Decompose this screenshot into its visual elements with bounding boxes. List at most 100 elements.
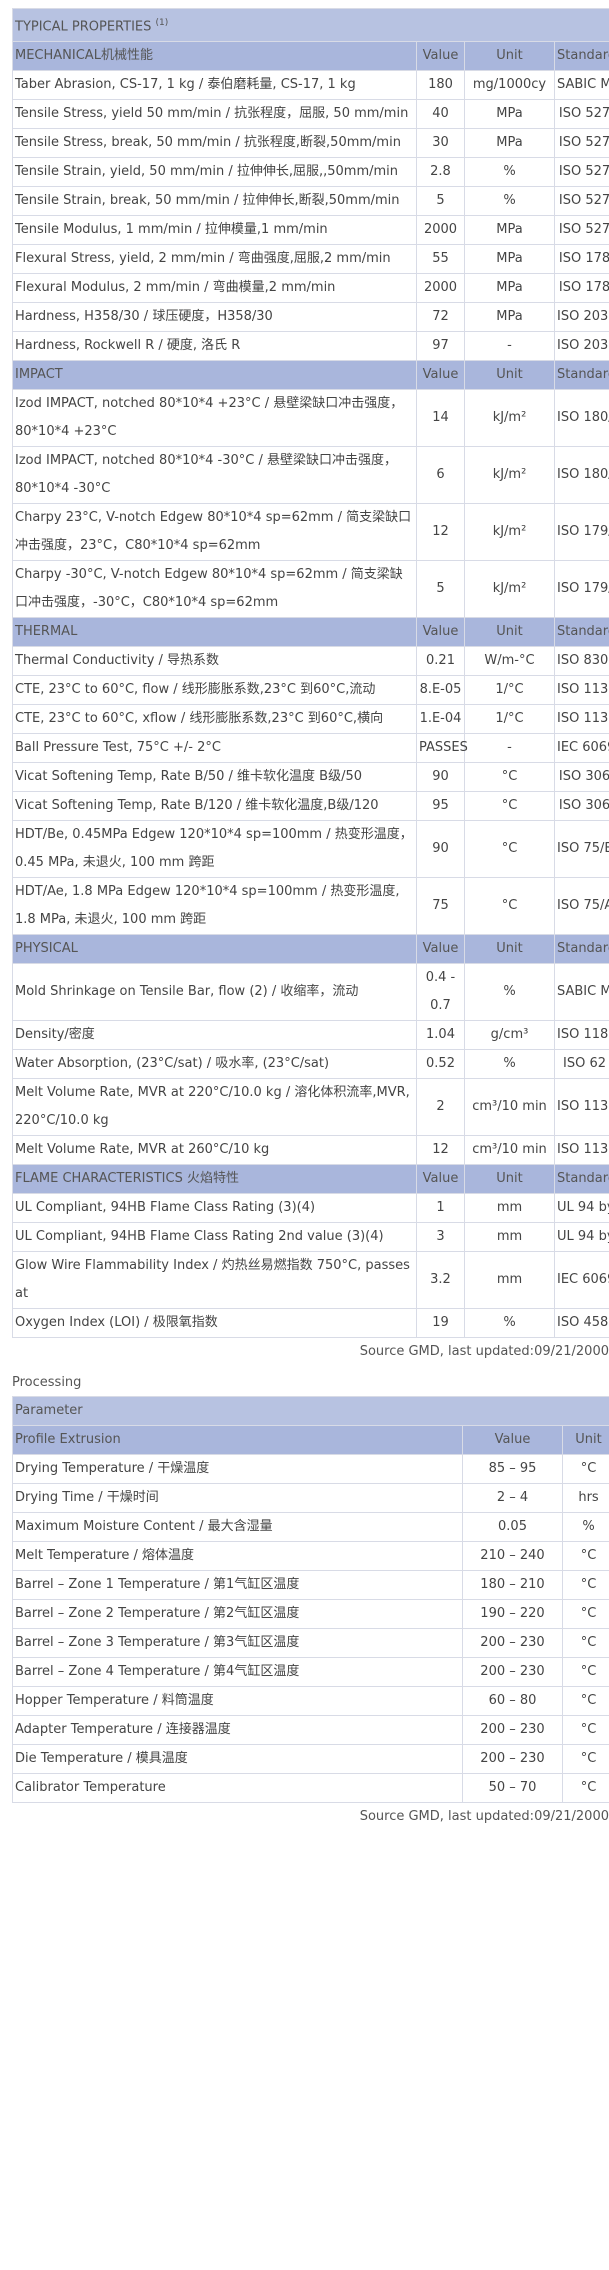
property-value: PASSES bbox=[416, 733, 468, 764]
section-name: THERMAL bbox=[12, 617, 417, 648]
section-name: IMPACT bbox=[12, 360, 417, 391]
property-unit: % bbox=[464, 963, 555, 1022]
table-row: Water Absorption, (23°C/sat) / 吸水率, (23°… bbox=[12, 1049, 609, 1080]
property-standard: ISO 1183 bbox=[553, 1020, 609, 1051]
property-name: Charpy -30°C, V-notch Edgew 80*10*4 sp=6… bbox=[12, 560, 417, 619]
property-standard: ISO 527 bbox=[553, 186, 609, 217]
property-standard: UL 94 by GE bbox=[553, 1222, 609, 1253]
standard-header: Standard bbox=[553, 1164, 609, 1195]
property-name: CTE, 23°C to 60°C, flow / 线形膨胀系数,23°C 到6… bbox=[12, 675, 417, 706]
property-value: 30 bbox=[416, 128, 465, 159]
table-row: CTE, 23°C to 60°C, flow / 线形膨胀系数,23°C 到6… bbox=[12, 675, 609, 706]
property-value: 2000 bbox=[416, 215, 465, 246]
property-name: Tensile Strain, break, 50 mm/min / 拉伸伸长,… bbox=[12, 186, 417, 217]
property-standard: ISO 8302 bbox=[553, 646, 609, 677]
property-standard: ISO 306 bbox=[553, 791, 609, 822]
parameter-unit: °C bbox=[561, 1744, 609, 1775]
section-name: FLAME CHARACTERISTICS 火焰特性 bbox=[12, 1164, 417, 1195]
property-value: 1.E-04 bbox=[416, 704, 465, 735]
table-row: Tensile Strain, break, 50 mm/min / 拉伸伸长,… bbox=[12, 186, 609, 217]
table-row: Flexural Stress, yield, 2 mm/min / 弯曲强度,… bbox=[12, 244, 609, 275]
property-name: HDT/Be, 0.45MPa Edgew 120*10*4 sp=100mm … bbox=[12, 820, 417, 879]
property-unit: MPa bbox=[464, 244, 555, 275]
property-value: 6 bbox=[416, 446, 465, 505]
parameter-name: Drying Temperature / 干燥温度 bbox=[12, 1454, 463, 1485]
property-unit: MPa bbox=[464, 99, 555, 130]
property-unit: °C bbox=[464, 762, 555, 793]
property-value: 90 bbox=[416, 762, 465, 793]
property-unit: kJ/m² bbox=[464, 560, 555, 619]
value-header: Value bbox=[416, 360, 465, 391]
property-name: Izod IMPACT, notched 80*10*4 +23°C / 悬壁梁… bbox=[12, 389, 417, 448]
property-unit: °C bbox=[464, 791, 555, 822]
value-header: Value bbox=[416, 1164, 465, 1195]
property-value: 0.52 bbox=[416, 1049, 465, 1080]
standard-header: Standard bbox=[553, 617, 609, 648]
property-standard: ISO 527 bbox=[553, 128, 609, 159]
table-row: Izod IMPACT, notched 80*10*4 -30°C / 悬壁梁… bbox=[12, 446, 609, 505]
table-row: Density/密度1.04g/cm³ISO 1183 bbox=[12, 1020, 609, 1051]
property-value: 72 bbox=[416, 302, 465, 333]
property-unit: 1/°C bbox=[464, 675, 555, 706]
table-row: Melt Volume Rate, MVR at 260°C/10 kg 12 cm… bbox=[12, 1135, 609, 1166]
property-value: 19 bbox=[416, 1308, 465, 1339]
property-standard: ISO 527 bbox=[553, 157, 609, 188]
property-standard: ISO 178 bbox=[553, 244, 609, 275]
property-value: 97 bbox=[416, 331, 465, 362]
property-standard: ISO 1133 bbox=[553, 1135, 609, 1166]
parameter-name: Calibrator Temperature bbox=[12, 1773, 463, 1804]
property-value: 2000 bbox=[416, 273, 465, 304]
processing-table: Parameter Profile Extrusion Value Unit D… bbox=[12, 1396, 609, 1804]
section-header-row: IMPACTValueUnitStandard bbox=[12, 360, 609, 391]
property-unit: mg/1000cy bbox=[464, 70, 555, 101]
standard-header: Standard bbox=[553, 41, 609, 72]
standard-header: Standard bbox=[553, 360, 609, 391]
property-value: 2.8 bbox=[416, 157, 465, 188]
parameter-unit: °C bbox=[561, 1773, 609, 1804]
table-row: Barrel – Zone 1 Temperature / 第1气缸区温度 180… bbox=[12, 1570, 609, 1601]
table-row: Drying Temperature / 干燥温度 85 – 95 °C bbox=[12, 1454, 609, 1485]
property-unit: kJ/m² bbox=[464, 389, 555, 448]
property-unit: kJ/m² bbox=[464, 446, 555, 505]
table-row: Tensile Modulus, 1 mm/min / 拉伸模量,1 mm/mi… bbox=[12, 215, 609, 246]
property-value: 1 bbox=[416, 1193, 465, 1224]
property-standard: IEC 60695-10-2 bbox=[553, 733, 609, 764]
property-standard: ISO 4589 bbox=[553, 1308, 609, 1339]
unit-header: Unit bbox=[464, 934, 555, 965]
properties-table: TYPICAL PROPERTIES (1) MECHANICAL机械性能 Val… bbox=[12, 8, 609, 1339]
property-standard: ISO 179/1eA bbox=[553, 503, 609, 562]
value-header: Value bbox=[462, 1425, 563, 1456]
section-name: MECHANICAL机械性能 bbox=[12, 41, 417, 72]
parameter-value: 180 – 210 bbox=[462, 1570, 563, 1601]
processing-parameter-row: Parameter bbox=[12, 1396, 609, 1427]
property-standard: SABIC Method bbox=[553, 70, 609, 101]
property-value: 0.21 bbox=[416, 646, 465, 677]
property-unit: g/cm³ bbox=[464, 1020, 555, 1051]
table-row: Thermal Conductivity / 导热系数 0.21 W/m-°C ISO… bbox=[12, 646, 609, 677]
title-footnote: (1) bbox=[155, 18, 169, 28]
property-name: Charpy 23°C, V-notch Edgew 80*10*4 sp=62… bbox=[12, 503, 417, 562]
property-standard: ISO 11359-2 bbox=[553, 704, 609, 735]
property-unit: cm³/10 min bbox=[464, 1078, 555, 1137]
property-value: 1.04 bbox=[416, 1020, 465, 1051]
table-row: UL Compliant, 94HB Flame Class Rating (3… bbox=[12, 1193, 609, 1224]
parameter-name: Hopper Temperature / 料筒温度 bbox=[12, 1686, 463, 1717]
property-standard: ISO 527 bbox=[553, 99, 609, 130]
property-name: Vicat Softening Temp, Rate B/50 / 维卡软化温度… bbox=[12, 762, 417, 793]
processing-group-row: Profile Extrusion Value Unit bbox=[12, 1425, 609, 1456]
property-standard: ISO 11359-2 bbox=[553, 675, 609, 706]
property-name: UL Compliant, 94HB Flame Class Rating 2n… bbox=[12, 1222, 417, 1253]
section-header-row: THERMALValueUnitStandard bbox=[12, 617, 609, 648]
property-value: 5 bbox=[416, 186, 465, 217]
property-unit: kJ/m² bbox=[464, 503, 555, 562]
property-name: Melt Volume Rate, MVR at 260°C/10 kg bbox=[12, 1135, 417, 1166]
property-unit: MPa bbox=[464, 128, 555, 159]
property-name: UL Compliant, 94HB Flame Class Rating (3… bbox=[12, 1193, 417, 1224]
property-value: 40 bbox=[416, 99, 465, 130]
processing-source-note: Source GMD, last updated:09/21/2000 bbox=[359, 1809, 609, 1825]
property-name: Water Absorption, (23°C/sat) / 吸水率, (23°… bbox=[12, 1049, 417, 1080]
property-value: 95 bbox=[416, 791, 465, 822]
property-value: 8.E-05 bbox=[416, 675, 465, 706]
property-value: 14 bbox=[416, 389, 465, 448]
table-row: Glow Wire Flammability Index / 灼热丝易燃指数 7… bbox=[12, 1251, 609, 1310]
